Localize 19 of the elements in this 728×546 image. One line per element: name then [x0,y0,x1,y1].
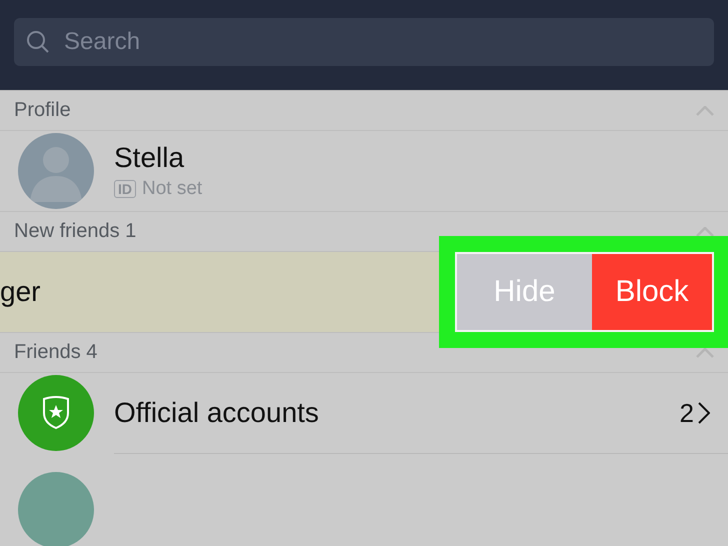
chevron-right-icon [698,402,710,424]
search-icon [26,30,50,54]
section-header[interactable]: Profile [0,90,728,132]
section-title: Friends 4 [14,341,98,364]
shield-star-icon [42,396,70,430]
section-title: Profile [14,99,71,122]
chevron-up-icon[interactable] [696,226,714,237]
search-field[interactable]: Search [14,18,714,66]
section-title: New friends 1 [14,220,136,244]
official-accounts-row[interactable]: Official accounts 2 [0,373,728,453]
id-value: Not set [142,178,202,200]
id-badge: ID [114,180,136,198]
section-header[interactable]: Friends 4 [0,332,728,374]
chevron-up-icon[interactable] [696,348,714,358]
profile-name: Stella [114,142,186,174]
row-count: 2 [680,398,694,429]
friend-name: ger [0,276,40,308]
row-title: Official accounts [114,397,319,430]
block-button[interactable]: Block [592,254,712,330]
